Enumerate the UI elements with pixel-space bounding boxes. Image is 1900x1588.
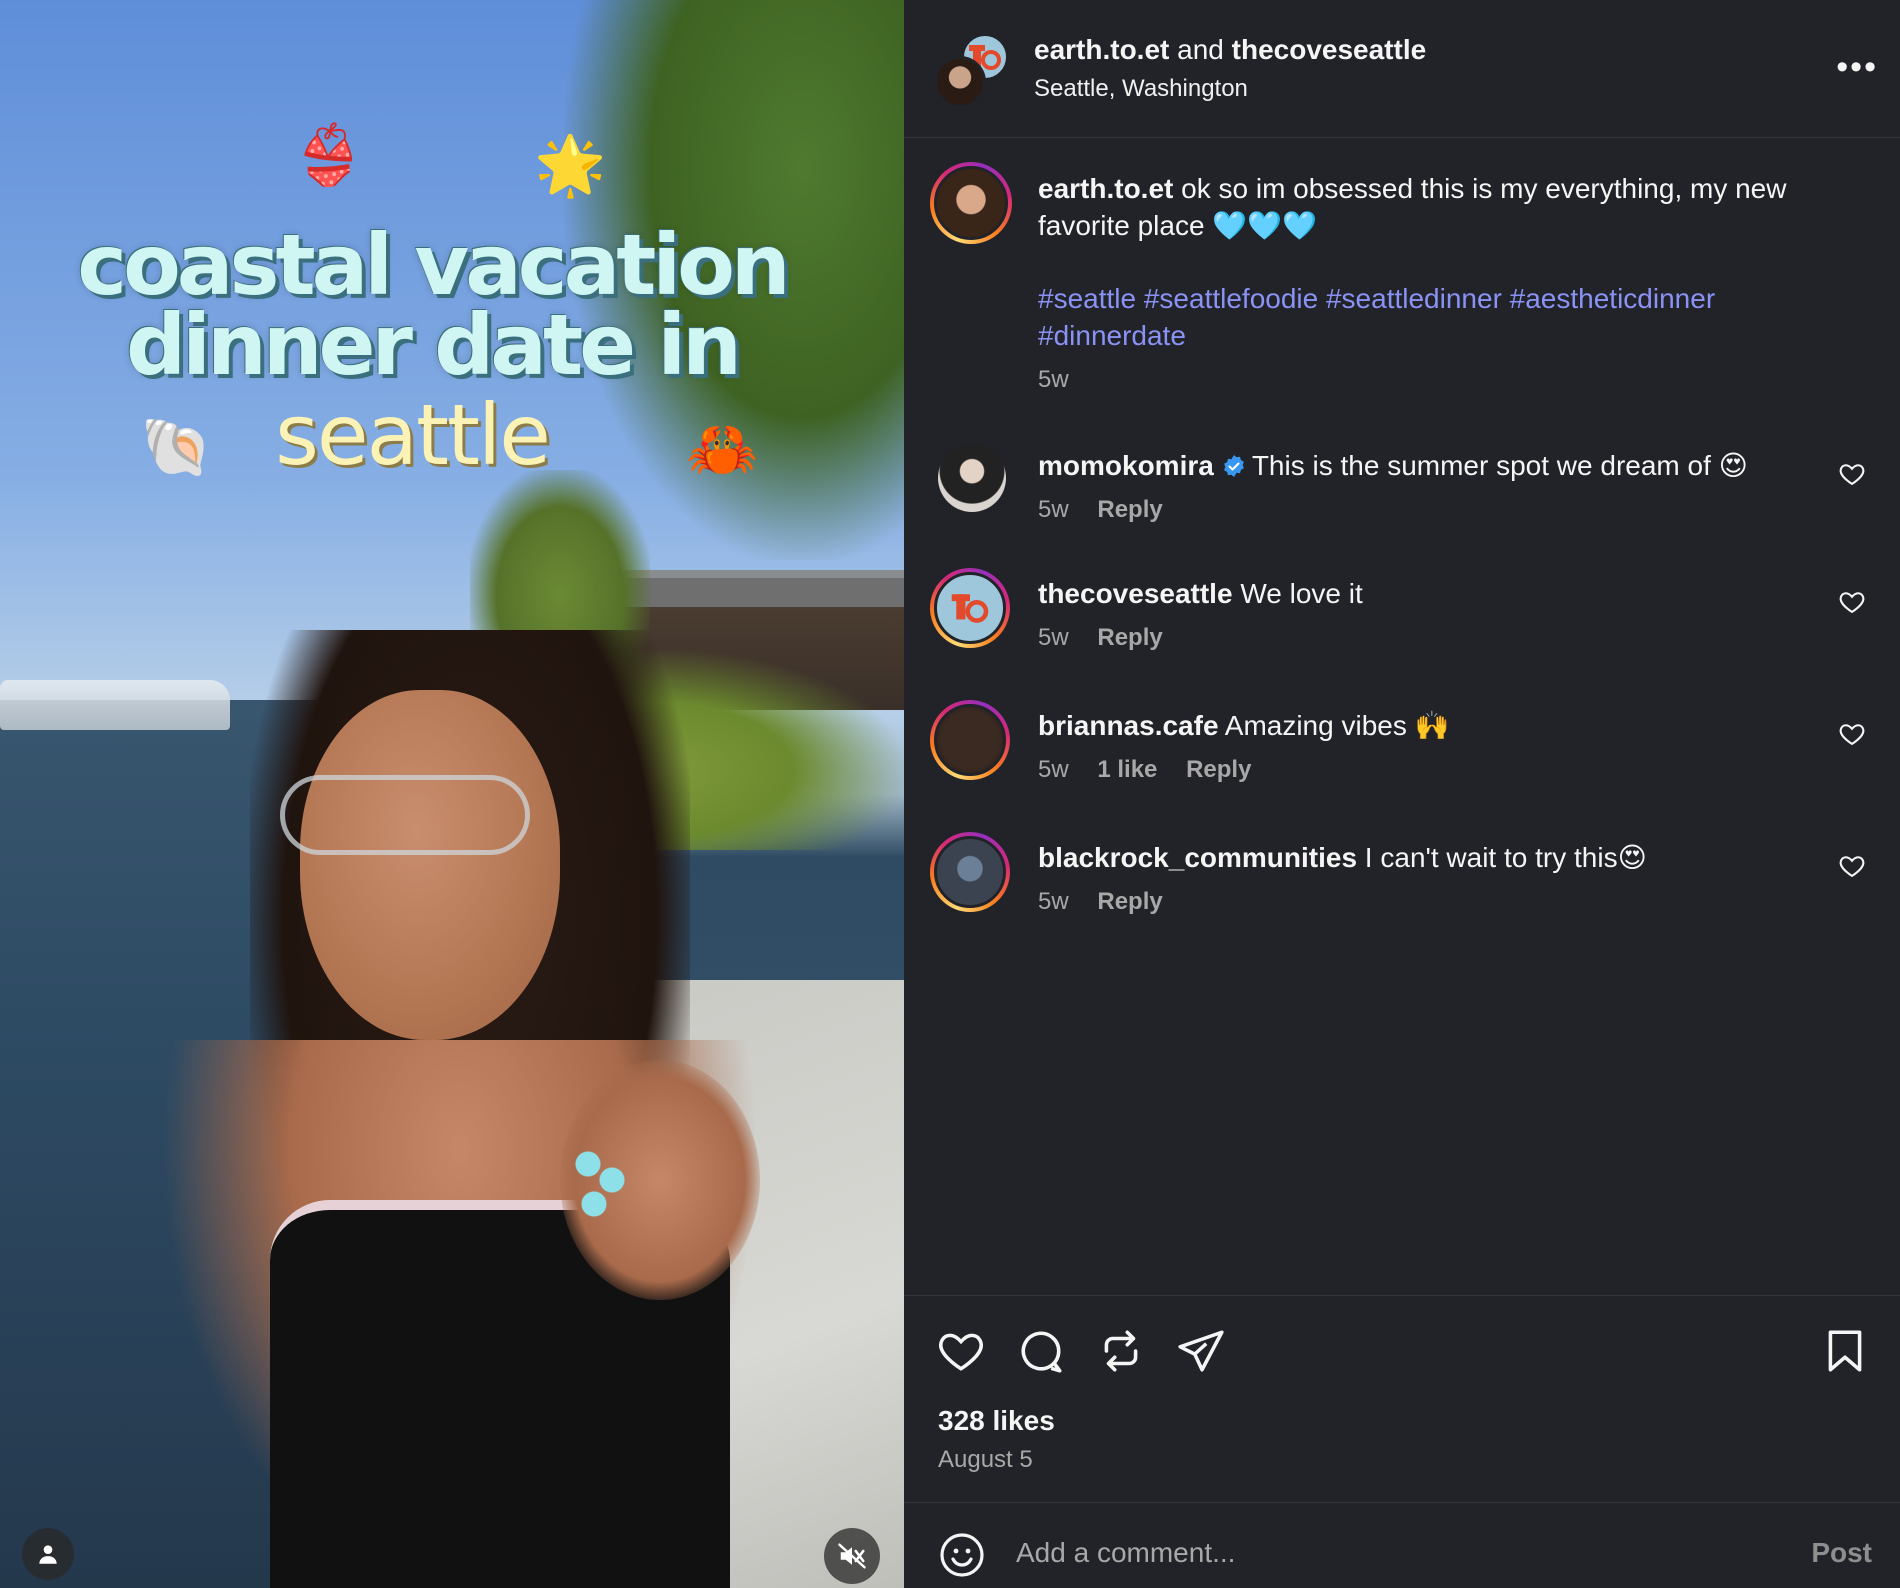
like-comment-heart-icon[interactable]: [1838, 720, 1866, 748]
bikini-sticker: 👙: [292, 121, 365, 189]
comment-body: We love it: [1232, 578, 1363, 609]
comment-timestamp[interactable]: 5w: [1038, 888, 1069, 915]
cove-logo-icon: [951, 594, 989, 623]
comment-text: blackrock_communities I can't wait to tr…: [1038, 840, 1778, 876]
author-link-1[interactable]: earth.to.et: [1034, 34, 1169, 65]
comment-body: This is the summer spot we dream of 😍: [1251, 450, 1748, 481]
caption-username[interactable]: earth.to.et: [1038, 173, 1173, 204]
video-overlay-title: coastal vacation dinner date in seattle: [0, 216, 904, 485]
like-comment-heart-icon[interactable]: [1838, 460, 1866, 488]
comment-avatar[interactable]: [938, 444, 1006, 512]
comment-meta: 5w Reply: [1038, 496, 1185, 524]
post-header: earth.to.et and thecoveseattle Seattle, …: [904, 0, 1900, 138]
caption-timestamp[interactable]: 5w: [1038, 366, 1069, 394]
like-comment-heart-icon[interactable]: [1838, 852, 1866, 880]
comment-avatar[interactable]: [930, 832, 1010, 912]
caption-avatar[interactable]: [930, 162, 1012, 244]
authors-conjunction: and: [1177, 34, 1224, 65]
comment-avatar[interactable]: [930, 700, 1010, 780]
comment-text: thecoveseattle We love it: [1038, 576, 1778, 612]
comment-avatar[interactable]: [930, 568, 1010, 648]
comment-body: Amazing vibes 🙌: [1218, 710, 1450, 741]
reply-button[interactable]: Reply: [1097, 624, 1162, 651]
avatar-image: [934, 704, 1006, 776]
comment-input[interactable]: [1016, 1527, 1716, 1579]
emoji-picker-icon[interactable]: [938, 1531, 986, 1579]
post-comment-button[interactable]: Post: [1811, 1537, 1872, 1569]
post-media[interactable]: 👙 🌟 🐚 🦀 coastal vacation dinner date in …: [0, 0, 904, 1588]
likes-count[interactable]: 328 likes: [938, 1405, 1055, 1437]
tagged-people-button[interactable]: [22, 1528, 74, 1580]
repost-icon[interactable]: [1096, 1326, 1146, 1376]
avatar-image: [934, 836, 1006, 908]
comment-likes[interactable]: 1 like: [1097, 756, 1157, 783]
person-glasses: [280, 775, 530, 855]
person-face: [300, 690, 560, 1040]
comment-username[interactable]: momokomira: [1038, 450, 1214, 481]
caption-hashtags[interactable]: #seattle #seattlefoodie #seattledinner #…: [1038, 280, 1838, 354]
more-options-icon[interactable]: •••: [1836, 48, 1878, 87]
comment-item: blackrock_communities I can't wait to tr…: [904, 832, 1900, 952]
person-nails: [570, 1140, 630, 1220]
comment-timestamp[interactable]: 5w: [1038, 756, 1069, 783]
comment-text: momokomira This is the summer spot we dr…: [1038, 448, 1778, 484]
comment-meta: 5w Reply: [1038, 624, 1185, 652]
comment-bubble-icon[interactable]: [1016, 1326, 1066, 1376]
comment-text: briannas.cafe Amazing vibes 🙌: [1038, 708, 1778, 744]
comment-item: briannas.cafe Amazing vibes 🙌 5w 1 like …: [904, 700, 1900, 820]
location-link[interactable]: Seattle, Washington: [1034, 75, 1248, 103]
comment-timestamp[interactable]: 5w: [1038, 624, 1069, 651]
share-send-icon[interactable]: [1176, 1326, 1226, 1376]
comment-username[interactable]: thecoveseattle: [1038, 578, 1233, 609]
overlay-line-3: seattle: [275, 386, 551, 484]
post-actions-bar: [904, 1295, 1900, 1405]
post-authors: earth.to.et and thecoveseattle: [1034, 34, 1426, 66]
post-details-panel: earth.to.et and thecoveseattle Seattle, …: [904, 0, 1900, 1588]
overlay-line-2: dinner date in: [126, 296, 742, 394]
comment-username[interactable]: blackrock_communities: [1038, 842, 1357, 873]
background-boats: [0, 680, 230, 730]
reply-button[interactable]: Reply: [1097, 496, 1162, 523]
reply-button[interactable]: Reply: [1097, 888, 1162, 915]
comment-item: thecoveseattle We love it 5w Reply: [904, 568, 1900, 688]
save-bookmark-icon[interactable]: [1820, 1326, 1870, 1376]
overlay-line-1: coastal vacation: [77, 216, 790, 314]
avatar-earth-to-et[interactable]: [934, 56, 986, 108]
comment-username[interactable]: briannas.cafe: [1038, 710, 1219, 741]
avatar-image: [934, 572, 1006, 644]
collab-avatars[interactable]: [934, 34, 1008, 108]
author-link-2[interactable]: thecoveseattle: [1232, 34, 1427, 65]
like-heart-icon[interactable]: [936, 1326, 986, 1376]
person-icon: [39, 1545, 57, 1564]
speaker-muted-icon: [838, 1543, 866, 1569]
mute-button[interactable]: [824, 1528, 880, 1584]
comment-timestamp[interactable]: 5w: [1038, 496, 1069, 523]
add-comment-bar: Post: [904, 1502, 1900, 1588]
comment-body: I can't wait to try this😍: [1357, 842, 1647, 873]
comment-meta: 5w Reply: [1038, 888, 1185, 916]
caption-text: earth.to.et ok so im obsessed this is my…: [1038, 170, 1838, 244]
reply-button[interactable]: Reply: [1186, 756, 1251, 783]
star-sticker: 🌟: [534, 131, 607, 199]
post-date[interactable]: August 5: [938, 1446, 1033, 1474]
comment-item: momokomira This is the summer spot we dr…: [904, 440, 1900, 560]
verified-badge-icon: [1223, 455, 1244, 477]
like-comment-heart-icon[interactable]: [1838, 588, 1866, 616]
comment-meta: 5w 1 like Reply: [1038, 756, 1273, 784]
avatar-image: [934, 166, 1008, 240]
